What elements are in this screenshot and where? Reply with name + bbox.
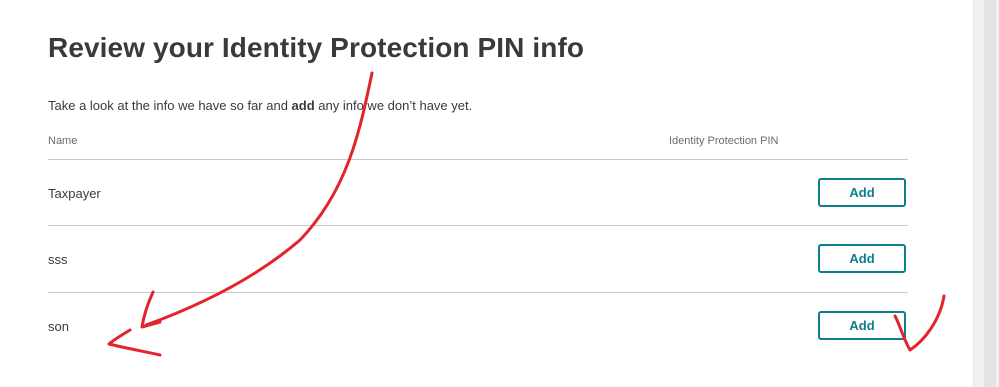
add-pin-button[interactable]: Add <box>818 244 906 273</box>
table-divider <box>48 159 908 160</box>
subtitle-bold-text: add <box>291 98 315 113</box>
annotation-arrowhead-upper <box>140 290 162 329</box>
row-name: son <box>48 319 69 334</box>
page-title: Review your Identity Protection PIN info <box>48 32 585 63</box>
add-pin-button[interactable]: Add <box>818 178 906 207</box>
scrollbar[interactable] <box>973 0 999 387</box>
table-divider <box>48 292 908 293</box>
page: Review your Identity Protection PIN info… <box>0 0 999 387</box>
add-pin-button[interactable]: Add <box>818 311 906 340</box>
subtitle-text-start: Take a look at the info we have so far a… <box>48 98 292 113</box>
row-name: sss <box>48 252 68 267</box>
page-subtitle: Take a look at the info we have so far a… <box>48 98 472 113</box>
row-name: Taxpayer <box>48 186 101 201</box>
annotation-arrowhead-lower <box>107 328 162 357</box>
scrollbar-thumb[interactable] <box>984 0 996 387</box>
subtitle-text-end: any info we don’t have yet. <box>314 98 473 113</box>
table-divider <box>48 225 908 226</box>
column-header-name: Name <box>48 135 78 147</box>
column-header-pin: Identity Protection PIN <box>669 135 779 147</box>
